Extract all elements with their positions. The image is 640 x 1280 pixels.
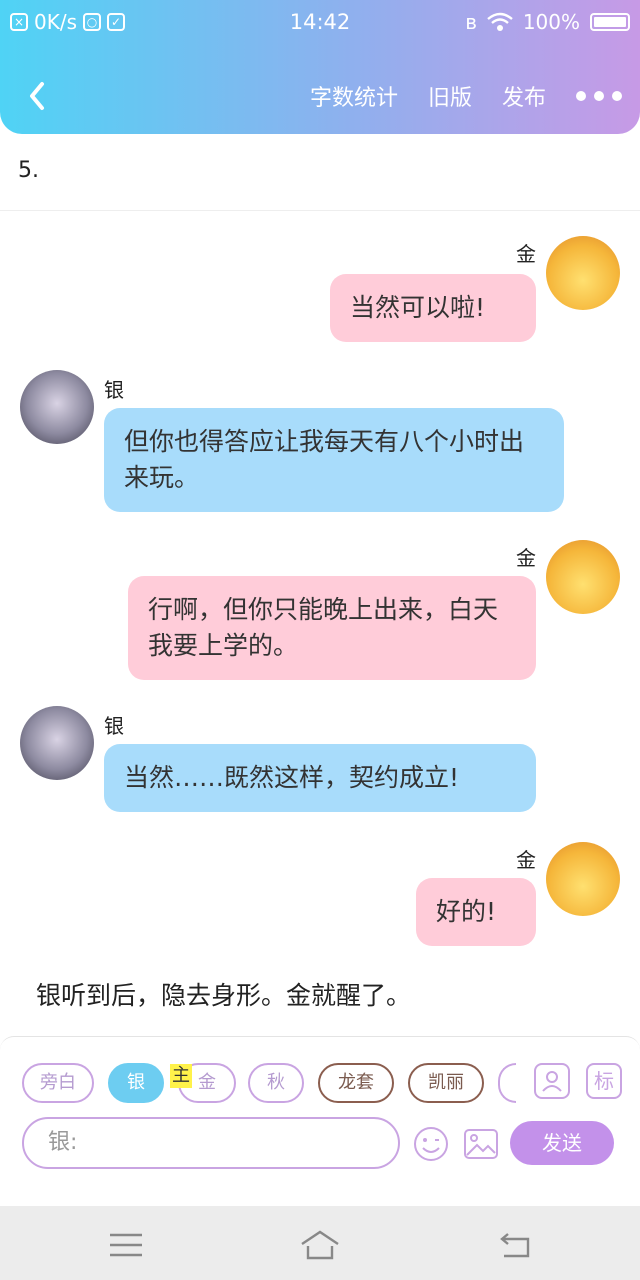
battery-icon [590,13,630,31]
nav-actions: 字数统计 旧版 发布 [310,80,622,112]
avatar-yin[interactable] [20,370,94,444]
character-chip-longtao[interactable]: 龙套 [318,1063,394,1103]
main-character-badge: 主 [170,1064,192,1088]
tag-button[interactable]: 标 [586,1063,622,1099]
character-chip-narrator[interactable]: 旁白 [22,1063,94,1103]
avatar-jin[interactable] [546,842,620,916]
message-bubble[interactable]: 行啊，但你只能晚上出来，白天我要上学的。 [128,576,536,680]
speaker-name: 银 [104,714,124,738]
battery-percent: 100% [522,10,580,34]
avatar-jin[interactable] [546,236,620,310]
wifi-icon [487,12,513,31]
avatar-yin[interactable] [20,706,94,780]
message-input[interactable]: 银: [22,1117,400,1169]
composer-panel: 旁白 银 金 秋 龙套 凯丽 标 银: 发送 [0,1036,640,1206]
narration-text[interactable]: 银听到后，隐去身形。金就醒了。 [36,976,411,1012]
chapter-number: 5. [18,158,39,183]
speaker-name: 金 [516,242,536,266]
nav-bar: 字数统计 旧版 发布 [0,74,640,118]
character-chip-qiu[interactable]: 秋 [248,1063,304,1103]
speaker-name: 金 [516,848,536,872]
speaker-name: 银 [104,378,124,402]
avatar-jin[interactable] [546,540,620,614]
publish-button[interactable]: 发布 [502,80,546,112]
back-nav-icon[interactable] [496,1228,536,1262]
status-bar: × 0K/s ○ ✓ 14:42 ʙ 100% [0,0,640,44]
character-chip-yin[interactable]: 银 [108,1063,164,1103]
character-chip-partial[interactable] [498,1063,516,1103]
emoji-icon[interactable] [412,1125,450,1163]
message-bubble[interactable]: 当然……既然这样，契约成立! [104,744,536,812]
add-character-icon[interactable] [534,1063,570,1099]
message-bubble[interactable]: 但你也得答应让我每天有八个小时出来玩。 [104,408,564,512]
back-icon[interactable] [20,76,56,116]
word-count-button[interactable]: 字数统计 [310,80,398,112]
old-version-button[interactable]: 旧版 [428,80,472,112]
image-icon[interactable] [462,1125,500,1163]
speaker-name: 金 [516,546,536,570]
message-bubble[interactable]: 好的! [416,878,536,946]
send-button[interactable]: 发送 [510,1121,614,1165]
status-right: ʙ 100% [465,10,630,34]
more-icon[interactable] [576,91,622,101]
system-nav-bar [0,1206,640,1280]
divider [0,210,640,211]
message-bubble[interactable]: 当然可以啦! [330,274,536,342]
character-chip-kaili[interactable]: 凯丽 [408,1063,484,1103]
app-header: × 0K/s ○ ✓ 14:42 ʙ 100% 字数统计 旧版 发布 [0,0,640,134]
bluetooth-icon: ʙ [465,10,477,34]
home-icon[interactable] [300,1228,340,1262]
menu-icon[interactable] [106,1228,146,1262]
